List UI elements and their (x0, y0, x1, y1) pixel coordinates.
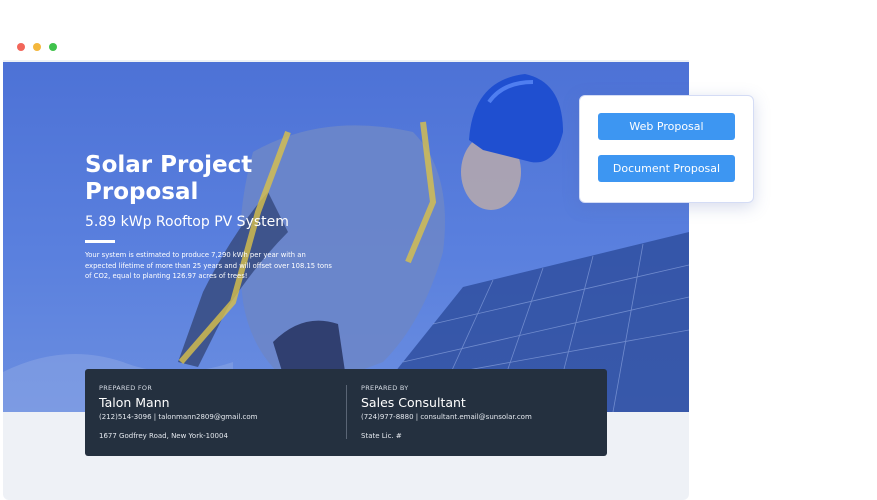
consultant-name: Sales Consultant (361, 395, 466, 410)
prepared-for-section: PREPARED FOR Talon Mann (212)514-3096 | … (99, 384, 257, 440)
prepared-by-label: PREPARED BY (361, 384, 409, 392)
customer-contact: (212)514-3096 | talonmann2809@gmail.com (99, 413, 258, 421)
web-proposal-button[interactable]: Web Proposal (598, 113, 735, 140)
window-controls (17, 43, 57, 51)
document-proposal-button[interactable]: Document Proposal (598, 155, 735, 182)
minimize-dot[interactable] (33, 43, 41, 51)
customer-address: 1677 Godfrey Road, New York-10004 (99, 432, 228, 440)
system-size-subtitle: 5.89 kWp Rooftop PV System (85, 214, 289, 230)
proposal-type-panel: Web Proposal Document Proposal (579, 95, 754, 203)
prepared-for-label: PREPARED FOR (99, 384, 153, 392)
prepared-info-card: PREPARED FOR Talon Mann (212)514-3096 | … (85, 369, 607, 456)
close-dot[interactable] (17, 43, 25, 51)
card-divider (346, 385, 347, 439)
state-license: State Lic. # (361, 432, 402, 440)
customer-name: Talon Mann (99, 395, 170, 410)
title-underline (85, 240, 115, 243)
consultant-contact: (724)977-8880 | consultant.email@sunsola… (361, 413, 532, 421)
proposal-title: Solar Project Proposal (85, 152, 253, 205)
maximize-dot[interactable] (49, 43, 57, 51)
prepared-by-section: PREPARED BY Sales Consultant (724)977-88… (361, 384, 532, 440)
system-description: Your system is estimated to produce 7,29… (85, 251, 332, 280)
